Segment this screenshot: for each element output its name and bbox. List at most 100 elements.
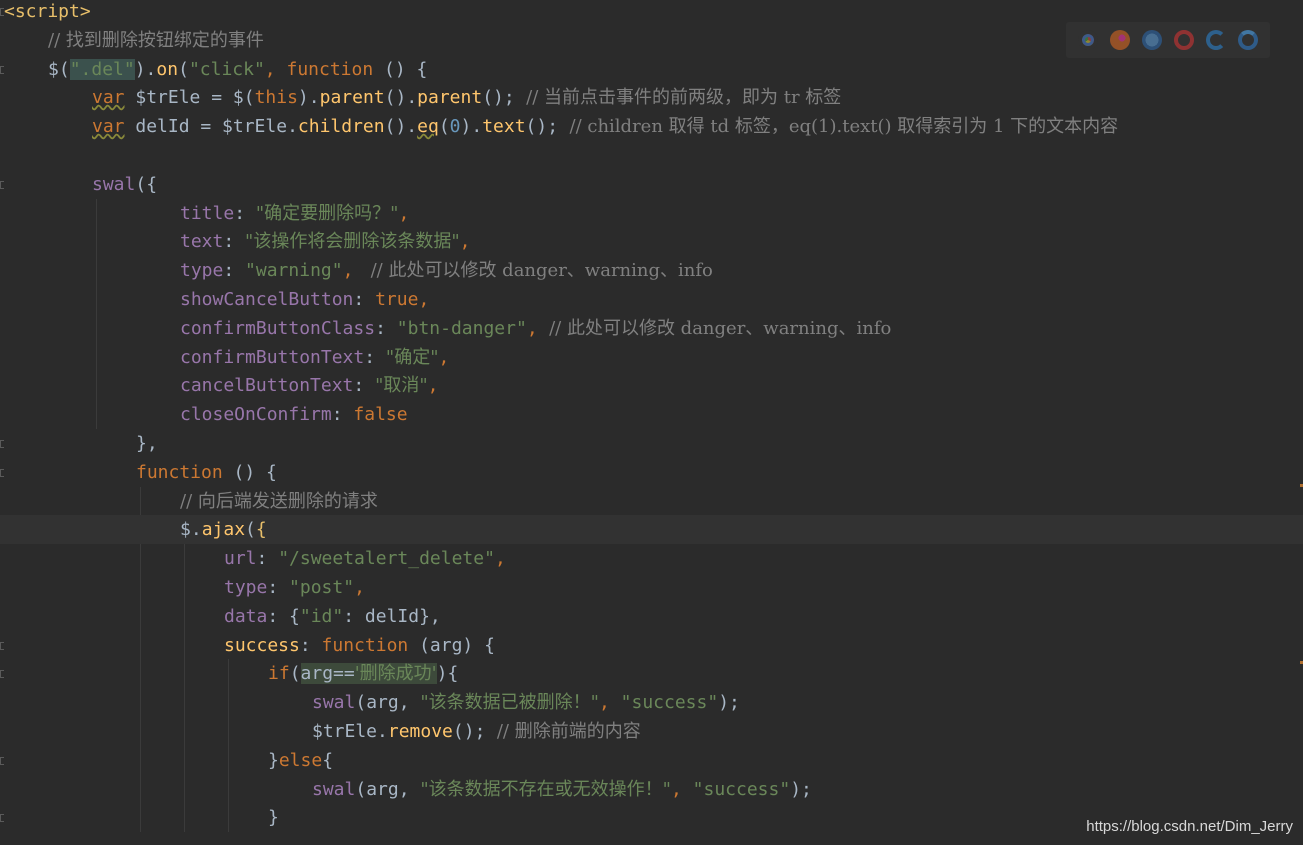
code-line[interactable]: var delId = $trEle.children().eq(0).text… — [0, 112, 1303, 141]
firefox-icon[interactable] — [1110, 30, 1130, 50]
code-token: ( — [245, 519, 256, 541]
code-token: : { — [267, 605, 300, 627]
code-line[interactable]: text: "该操作将会删除该条数据", — [0, 227, 1303, 256]
code-token: : — [353, 289, 376, 310]
code-line-text: var delId = $trEle.children().eq(0).text… — [92, 112, 1118, 141]
edge-icon[interactable] — [1238, 30, 1258, 50]
code-line[interactable]: cancelButtonText: "取消", — [0, 371, 1303, 400]
code-token: $trEle = $( — [124, 87, 255, 109]
code-line-text: data: {"id": delId}, — [224, 602, 441, 631]
code-line-text: swal(arg, "该条数据不存在或无效操作！", "success"); — [312, 775, 812, 804]
code-line[interactable] — [0, 141, 1303, 170]
code-line[interactable]: showCancelButton: true, — [0, 285, 1303, 314]
code-token: // children 取得 td 标签，eq(1).text() 取得索引为 … — [558, 116, 1119, 138]
code-line-text: title: "确定要删除吗？", — [180, 199, 409, 228]
code-token: success — [224, 634, 300, 656]
code-token: "id" — [299, 605, 344, 627]
code-token: confirmButtonText — [180, 346, 365, 368]
code-line[interactable]: confirmButtonClass: "btn-danger", // 此处可… — [0, 314, 1303, 343]
code-token: , — [598, 692, 621, 714]
code-line[interactable]: confirmButtonText: "确定", — [0, 343, 1303, 372]
code-token: (arg) { — [408, 634, 495, 656]
code-line[interactable]: closeOnConfirm: false — [0, 400, 1303, 429]
ie-icon[interactable] — [1206, 30, 1226, 50]
code-token: "success" — [620, 692, 719, 714]
code-token: // 删除前端的内容 — [485, 721, 641, 742]
code-token: ). — [460, 116, 483, 138]
code-line-text: // 向后端发送删除的请求 — [180, 487, 378, 516]
code-line-text: if(arg=='删除成功'){ — [268, 659, 458, 688]
code-token: on — [156, 58, 179, 80]
code-line[interactable]: var $trEle = $(this).parent().parent(); … — [0, 83, 1303, 112]
code-line[interactable]: // 向后端发送删除的请求 — [0, 487, 1303, 516]
code-token: "取消" — [375, 375, 428, 397]
code-line-text: } — [268, 803, 279, 832]
code-line[interactable]: }, — [0, 429, 1303, 458]
code-token: function — [321, 634, 409, 656]
code-line[interactable]: data: {"id": delId}, — [0, 602, 1303, 631]
code-token: ajax — [201, 519, 246, 541]
code-line[interactable]: url: "/sweetalert_delete", — [0, 544, 1303, 573]
code-token: , — [354, 577, 365, 598]
code-token: }, — [136, 433, 158, 454]
code-line[interactable]: $.ajax({ — [0, 515, 1303, 545]
code-line[interactable]: $trEle.remove(); // 删除前端的内容 — [0, 717, 1303, 746]
browser-preview-toolbar[interactable] — [1066, 22, 1270, 58]
code-token: var — [92, 116, 125, 138]
code-editor[interactable]: <script>// 找到删除按钮绑定的事件 $(".del").on("clic… — [0, 0, 1303, 845]
code-line[interactable]: swal(arg, "该条数据不存在或无效操作！", "success"); — [0, 775, 1303, 804]
code-line-text: showCancelButton: true, — [180, 285, 429, 314]
code-token: type — [224, 577, 268, 598]
code-token: "确定" — [385, 346, 439, 368]
code-token: , — [398, 202, 410, 224]
code-token: true — [375, 289, 419, 310]
code-line[interactable]: type: "post", — [0, 573, 1303, 602]
code-token: if — [268, 663, 290, 685]
code-token: ({ — [135, 173, 158, 195]
code-token: text — [180, 231, 224, 253]
code-token: 0 — [449, 116, 461, 138]
code-token: ( — [438, 116, 450, 138]
chrome-icon[interactable] — [1078, 30, 1098, 50]
code-token: // 当前点击事件的前两级，即为 tr 标签 — [514, 87, 842, 109]
code-token: $( — [48, 58, 70, 80]
code-token: : — [299, 634, 322, 656]
code-token: url — [224, 548, 257, 570]
code-line[interactable]: function () { — [0, 458, 1303, 487]
code-line[interactable]: $(".del").on("click", function () { — [0, 55, 1303, 84]
code-token: ); — [790, 778, 812, 800]
code-token: "success" — [692, 778, 791, 800]
code-token: // 向后端发送删除的请求 — [180, 490, 378, 512]
code-token: ( — [178, 58, 189, 80]
code-token: } — [268, 749, 279, 771]
code-token: "确定要删除吗？" — [255, 202, 399, 224]
code-token: var — [92, 87, 125, 109]
code-token: : — [267, 577, 290, 598]
code-token: false — [353, 404, 408, 426]
code-token: $. — [180, 519, 202, 541]
code-token: () { — [222, 461, 277, 483]
code-token: "warning" — [245, 260, 343, 282]
code-line[interactable]: success: function (arg) { — [0, 631, 1303, 660]
safari-icon[interactable] — [1142, 30, 1162, 50]
code-token: function — [286, 58, 374, 80]
code-token: , — [459, 231, 471, 253]
code-line[interactable]: if(arg=='删除成功'){ — [0, 659, 1303, 688]
code-line[interactable]: swal({ — [0, 170, 1303, 199]
code-line[interactable]: swal(arg, "该条数据已被删除！", "success"); — [0, 688, 1303, 717]
code-token: : — [223, 231, 246, 253]
code-token: : — [353, 375, 376, 397]
code-token: : — [223, 260, 246, 282]
code-token: ); — [718, 692, 740, 714]
code-line[interactable]: }else{ — [0, 746, 1303, 775]
code-line-text: closeOnConfirm: false — [180, 400, 408, 429]
code-token: "该条数据不存在或无效操作！" — [420, 778, 671, 800]
code-line[interactable]: title: "确定要删除吗？", — [0, 199, 1303, 228]
code-token: : delId}, — [343, 605, 441, 627]
opera-icon[interactable] — [1174, 30, 1194, 50]
code-line-text: cancelButtonText: "取消", — [180, 371, 438, 400]
code-token: (arg, — [355, 692, 421, 714]
code-token: , — [264, 58, 287, 80]
code-token: this — [254, 87, 298, 109]
code-line[interactable]: type: "warning", // 此处可以修改 danger、warnin… — [0, 256, 1303, 285]
